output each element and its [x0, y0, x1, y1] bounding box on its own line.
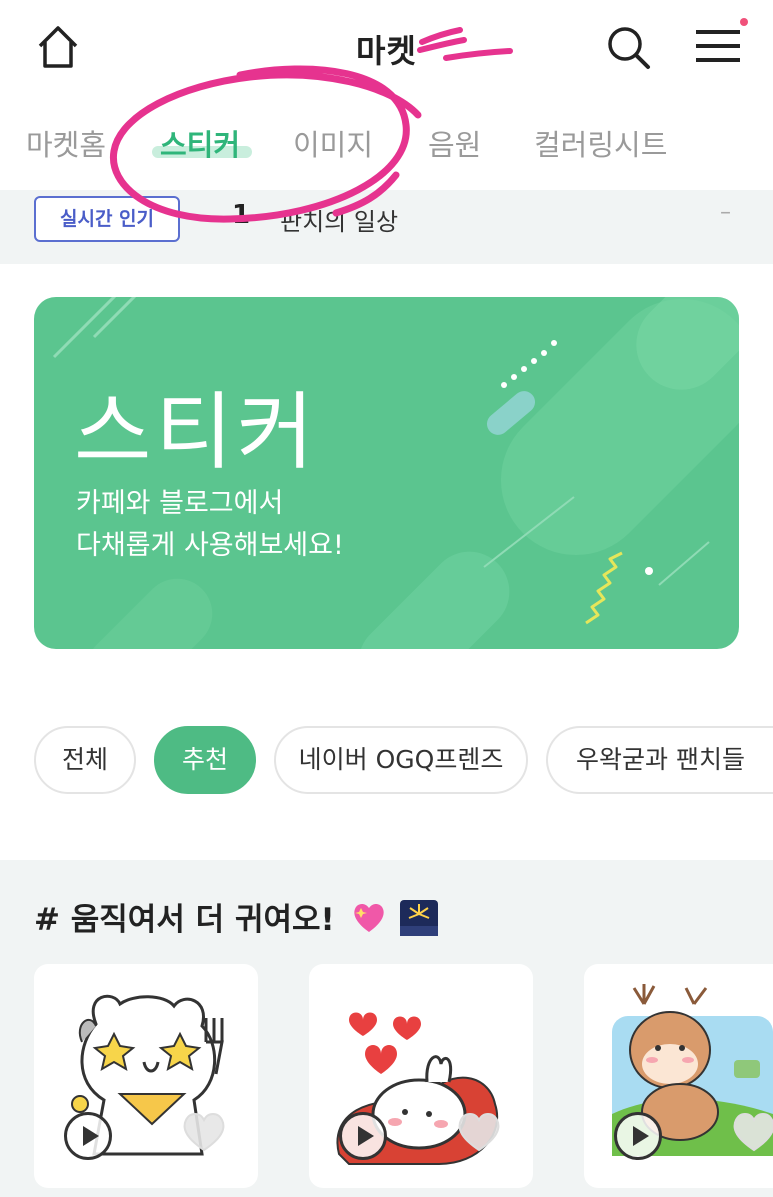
deer-sticker-image: [612, 984, 773, 1156]
tab-image[interactable]: 이미지: [293, 122, 373, 164]
banner-title: 스티커: [74, 383, 318, 481]
notification-dot: [740, 18, 748, 26]
heart-icon[interactable]: [180, 1110, 228, 1154]
tab-sticker[interactable]: 스티커: [160, 122, 240, 164]
tab-coloring-sheet[interactable]: 컬러링시트: [534, 122, 667, 164]
sticker-card-deer[interactable]: [584, 964, 773, 1188]
sticker-card-bunny[interactable]: [309, 964, 533, 1188]
section-title: # 움직여서 더 귀여오!: [34, 894, 439, 939]
fireworks-icon: [400, 900, 439, 936]
sticker-card-bear[interactable]: [34, 964, 258, 1188]
app-header: 마켓: [0, 0, 773, 96]
bunny-sticker-image: [336, 1012, 499, 1165]
realtime-ranking-bar[interactable]: 실시간 인기 1 판치의 일상 –: [0, 190, 773, 264]
hamburger-menu-icon[interactable]: [694, 26, 742, 66]
chip-woowakgood[interactable]: 우왁굳과 팬치들: [546, 726, 773, 794]
chip-recommended[interactable]: 추천: [154, 726, 256, 794]
play-icon[interactable]: [614, 1112, 662, 1160]
banner-subtitle-line1: 카페와 블로그에서: [76, 488, 284, 519]
realtime-badge: 실시간 인기: [34, 196, 180, 242]
heart-icon[interactable]: [730, 1110, 773, 1154]
play-icon[interactable]: [339, 1112, 387, 1160]
rank-number: 1: [232, 200, 251, 230]
bear-sticker-image: [71, 994, 224, 1156]
search-icon[interactable]: [605, 24, 651, 70]
rank-item-title[interactable]: 판치의 일상: [280, 202, 398, 237]
heart-icon[interactable]: [455, 1110, 503, 1154]
tab-market-home[interactable]: 마켓홈: [26, 122, 106, 164]
category-tabs: 마켓홈 스티커 이미지 음원 컬러링시트: [0, 112, 773, 172]
scribble-annotation: [417, 27, 513, 61]
banner-subtitle-line2: 다채롭게 사용해보세요!: [76, 530, 344, 561]
sticker-section: # 움직여서 더 귀여오!: [0, 860, 773, 1197]
filter-chips: 전체 추천 네이버 OGQ프렌즈 우왁굳과 팬치들: [0, 726, 773, 796]
sticker-banner[interactable]: 스티커 카페와 블로그에서 다채롭게 사용해보세요!: [34, 297, 739, 649]
play-icon[interactable]: [64, 1112, 112, 1160]
page-title: 마켓: [356, 32, 417, 70]
tab-audio[interactable]: 음원: [428, 122, 481, 164]
rank-change: –: [720, 200, 731, 225]
sparkling-heart-icon: [354, 903, 385, 932]
section-title-text: # 움직여서 더 귀여오!: [34, 902, 335, 938]
chip-all[interactable]: 전체: [34, 726, 136, 794]
chip-naver-ogq-friends[interactable]: 네이버 OGQ프렌즈: [274, 726, 528, 794]
